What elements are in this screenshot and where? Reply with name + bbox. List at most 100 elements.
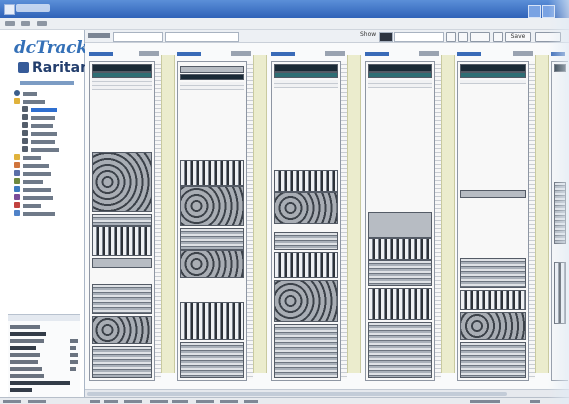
tree-item[interactable]: [14, 170, 80, 177]
rack-device[interactable]: [180, 228, 244, 250]
rack-device[interactable]: [180, 302, 244, 340]
server-icon: [22, 106, 28, 112]
rack-device[interactable]: [460, 290, 526, 310]
cabinet-separator: [347, 55, 361, 373]
app-logo: dcTrack: [14, 38, 88, 58]
cabinet[interactable]: [87, 49, 161, 381]
rack-device[interactable]: [460, 190, 526, 198]
rack-device[interactable]: [368, 322, 432, 378]
rack-device[interactable]: [274, 72, 338, 78]
rack-device[interactable]: [92, 214, 152, 226]
rack-device[interactable]: [460, 258, 526, 288]
tree-item[interactable]: [14, 138, 80, 145]
detail-value: [70, 360, 78, 364]
rack-device[interactable]: [368, 238, 432, 260]
minimize-button[interactable]: [528, 5, 541, 18]
lock-icon[interactable]: [493, 32, 503, 42]
rack-frame: [365, 61, 435, 381]
rack-device[interactable]: [554, 262, 566, 324]
tree-item[interactable]: [14, 178, 80, 185]
show-label: Show: [360, 31, 377, 38]
rack-device[interactable]: [368, 212, 432, 238]
rack-device[interactable]: [368, 288, 432, 320]
arrow-icon[interactable]: [470, 32, 490, 42]
rack-device[interactable]: [368, 72, 432, 78]
rack-device[interactable]: [274, 280, 338, 322]
cabinet[interactable]: [363, 49, 441, 381]
tree-item[interactable]: [14, 202, 80, 209]
scrollbar-thumb[interactable]: [87, 392, 507, 396]
rack-frame: [457, 61, 529, 381]
cabinet[interactable]: [269, 49, 347, 381]
tree-item[interactable]: [14, 186, 80, 193]
status-cell: [28, 400, 46, 403]
search-input[interactable]: [165, 32, 239, 42]
menu-item[interactable]: [5, 21, 15, 26]
extra-button[interactable]: [535, 32, 561, 42]
rack-device[interactable]: [274, 324, 338, 378]
rack-device[interactable]: [554, 64, 566, 72]
tree-item[interactable]: [14, 106, 80, 113]
rack-device[interactable]: [554, 182, 566, 244]
rack-device[interactable]: [92, 226, 152, 256]
rack-device[interactable]: [460, 64, 526, 72]
tree-item[interactable]: [14, 154, 80, 161]
rack-device[interactable]: [274, 232, 338, 250]
rack-device[interactable]: [180, 160, 244, 186]
cabinet-tools-icon[interactable]: [325, 51, 345, 56]
rack-device[interactable]: [180, 186, 244, 226]
server-icon: [22, 130, 28, 136]
rack-device[interactable]: [274, 64, 338, 72]
menu-item[interactable]: [37, 21, 47, 26]
cabinet-tools-icon[interactable]: [419, 51, 439, 56]
detail-label: [10, 381, 70, 385]
refresh-icon[interactable]: [458, 32, 468, 42]
detail-label: [10, 388, 32, 392]
rack-device[interactable]: [460, 312, 526, 340]
status-cell: [196, 400, 214, 403]
rack-device[interactable]: [92, 152, 152, 212]
rack-device[interactable]: [274, 192, 338, 224]
rack-device[interactable]: [180, 74, 244, 80]
tree-item[interactable]: [14, 146, 80, 153]
maximize-button[interactable]: [542, 5, 555, 18]
search-by-select[interactable]: [113, 32, 163, 42]
rack-device[interactable]: [180, 66, 244, 73]
rack-device[interactable]: [92, 284, 152, 314]
cabinet[interactable]: [549, 49, 569, 381]
view-select[interactable]: [394, 32, 444, 42]
cabinet[interactable]: [175, 49, 253, 381]
status-cell: [470, 400, 500, 403]
tree-item[interactable]: [14, 114, 80, 121]
rack-device[interactable]: [180, 342, 244, 378]
rack-device[interactable]: [92, 316, 152, 344]
tree-item[interactable]: [14, 122, 80, 129]
rack-device[interactable]: [368, 64, 432, 72]
cabinet-tools-icon[interactable]: [513, 51, 533, 56]
tree-item[interactable]: [14, 162, 80, 169]
rack-device[interactable]: [92, 258, 152, 268]
empty-slot: [180, 86, 244, 90]
tree-item[interactable]: [14, 90, 80, 97]
tree-item[interactable]: [14, 210, 80, 217]
cabinet-tools-icon[interactable]: [139, 51, 159, 56]
rack-device[interactable]: [368, 260, 432, 286]
rack-device[interactable]: [274, 170, 338, 192]
chevron-down-icon[interactable]: [446, 32, 456, 42]
rack-device[interactable]: [180, 250, 244, 278]
tree-item[interactable]: [14, 130, 80, 137]
cabinet[interactable]: [455, 49, 535, 381]
rack-device[interactable]: [92, 346, 152, 378]
cabinet-tools-icon[interactable]: [231, 51, 251, 56]
rack-device[interactable]: [274, 252, 338, 278]
color-swatch[interactable]: [379, 32, 393, 42]
version-text: [20, 81, 74, 85]
rack-device[interactable]: [460, 342, 526, 378]
rack-device[interactable]: [460, 72, 526, 78]
tree-item[interactable]: [14, 194, 80, 201]
save-button[interactable]: Save: [505, 32, 531, 42]
menu-item[interactable]: [21, 21, 30, 26]
status-bar: [0, 397, 569, 404]
tree-item[interactable]: [14, 98, 80, 105]
rack-device[interactable]: [92, 64, 152, 72]
